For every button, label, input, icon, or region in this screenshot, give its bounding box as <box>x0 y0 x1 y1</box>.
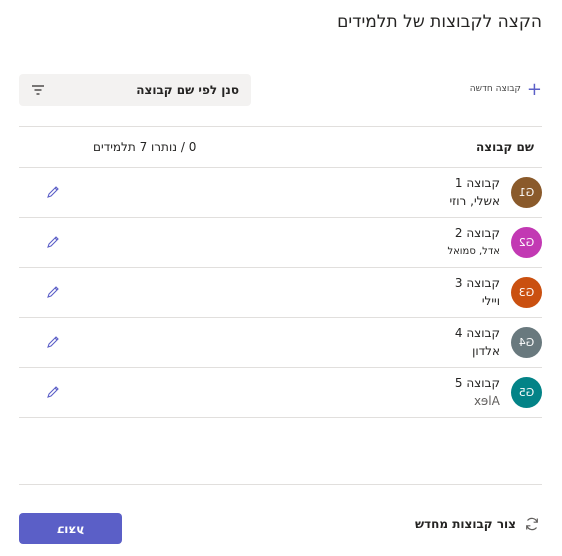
plus-icon: + <box>526 79 542 100</box>
avatar: G2 <box>511 227 542 258</box>
group-members: ויילי <box>481 294 500 308</box>
table-row[interactable]: G1 קבוצה 1 אשלי, רוזי <box>19 168 542 218</box>
pencil-icon[interactable] <box>45 234 61 250</box>
group-name: קבוצה 3 <box>454 276 500 290</box>
avatar: G5 <box>511 377 542 408</box>
group-members: אלדון <box>472 344 500 358</box>
toolbar: קבוצה חדשה + סנן לפי שם קבוצה <box>19 74 542 106</box>
regenerate-label: צור קבוצות מחדש <box>414 517 516 531</box>
group-name: קבוצה 5 <box>454 376 500 390</box>
group-members: אשלי, רוזי <box>449 194 500 208</box>
group-name: קבוצה 2 <box>454 226 500 240</box>
table-row[interactable]: G5 קבוצה 5 Alex <box>19 368 542 418</box>
pencil-icon[interactable] <box>45 384 61 400</box>
column-header-group-name: שם קבוצה <box>476 140 534 154</box>
pencil-icon[interactable] <box>45 284 61 300</box>
group-members: Alex <box>474 394 500 408</box>
column-header-remaining: 0 / נותרו 7 תלמידים <box>93 140 197 154</box>
regenerate-groups-button[interactable]: צור קבוצות מחדש <box>415 516 540 532</box>
footer-divider <box>19 484 542 485</box>
table-row[interactable]: G4 קבוצה 4 אלדון <box>19 318 542 368</box>
avatar: G4 <box>511 327 542 358</box>
filter-icon <box>32 85 44 95</box>
groups-table: שם קבוצה 0 / נותרו 7 תלמידים G1 קבוצה 1 … <box>19 126 542 418</box>
filter-input[interactable]: סנן לפי שם קבוצה <box>19 74 251 106</box>
pencil-icon[interactable] <box>45 184 61 200</box>
avatar: G1 <box>511 177 542 208</box>
group-members: אדל, סמואל <box>447 246 500 257</box>
group-name: קבוצה 4 <box>454 326 500 340</box>
done-button[interactable]: בוצע <box>19 513 122 544</box>
table-row[interactable]: G3 קבוצה 3 ויילי <box>19 268 542 318</box>
new-group-label: קבוצה חדשה <box>469 84 521 95</box>
page-title: הקצה לקבוצות של תלמידים <box>337 12 542 32</box>
avatar: G3 <box>511 277 542 308</box>
group-name: קבוצה 1 <box>454 176 500 190</box>
refresh-icon <box>526 517 538 531</box>
table-header: שם קבוצה 0 / נותרו 7 תלמידים <box>19 126 542 168</box>
filter-placeholder: סנן לפי שם קבוצה <box>136 83 239 97</box>
table-row[interactable]: G2 קבוצה 2 אדל, סמואל <box>19 218 542 268</box>
new-group-button[interactable]: קבוצה חדשה + <box>470 74 542 106</box>
pencil-icon[interactable] <box>45 334 61 350</box>
